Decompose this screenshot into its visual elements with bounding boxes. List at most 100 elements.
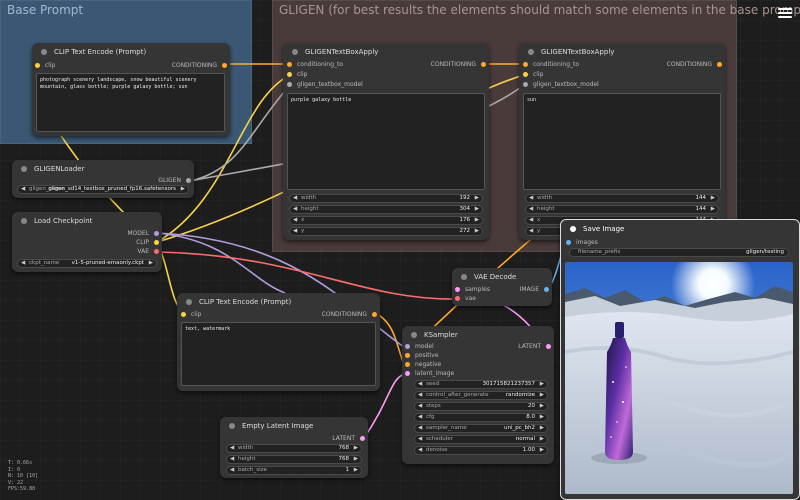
- vae-decode-input-samples[interactable]: samples: [455, 286, 490, 293]
- decrement-arrow-icon[interactable]: ◀: [418, 436, 422, 443]
- increment-arrow-icon[interactable]: ▶: [540, 447, 544, 454]
- ksampler-input-negative[interactable]: negative: [405, 361, 441, 368]
- gligen-box2-height-input[interactable]: ◀ height 144 ▶: [525, 205, 719, 214]
- node-collapse-dot[interactable]: [570, 226, 576, 232]
- gligen-box1-width-input[interactable]: ◀ width 192 ▶: [289, 194, 483, 203]
- increment-arrow-icon[interactable]: ▶: [540, 392, 544, 399]
- node-collapse-dot[interactable]: [461, 274, 467, 280]
- increment-arrow-icon[interactable]: ▶: [354, 445, 358, 452]
- increment-arrow-icon[interactable]: ▶: [475, 217, 479, 224]
- filename-prefix-input[interactable]: filename_prefix gligen/testing: [569, 248, 789, 257]
- gligen-box1-y-input[interactable]: ◀ y 272 ▶: [289, 227, 483, 236]
- increment-arrow-icon[interactable]: ▶: [540, 403, 544, 410]
- increment-arrow-icon[interactable]: ▶: [475, 195, 479, 202]
- clip-top-text-input[interactable]: photograph scenery landscape, snow beaut…: [36, 73, 225, 132]
- decrement-arrow-icon[interactable]: ◀: [21, 186, 25, 193]
- increment-arrow-icon[interactable]: ▶: [540, 381, 544, 388]
- gligen-textbox-apply-2-node[interactable]: GLIGENTextBoxApply conditioning_to clip …: [519, 43, 725, 240]
- increment-arrow-icon[interactable]: ▶: [540, 414, 544, 421]
- ksampler-cfg-input[interactable]: ◀ cfg 8.0 ▶: [414, 413, 548, 422]
- decrement-arrow-icon[interactable]: ◀: [529, 195, 533, 202]
- ksampler-sampler-name-select[interactable]: ◀ sampler_name uni_pc_bh2 ▶: [414, 424, 548, 433]
- checkpoint-output-clip[interactable]: CLIP: [136, 239, 159, 246]
- increment-arrow-icon[interactable]: ▶: [354, 456, 358, 463]
- gligen-box2-input-conditioning[interactable]: conditioning_to: [523, 61, 579, 68]
- decrement-arrow-icon[interactable]: ◀: [529, 228, 533, 235]
- gligen-box1-text-input[interactable]: purple galaxy bottle: [287, 93, 485, 190]
- decrement-arrow-icon[interactable]: ◀: [230, 467, 234, 474]
- gligen-box1-input-clip[interactable]: clip: [287, 71, 307, 78]
- vae-decode-input-vae[interactable]: vae: [455, 295, 476, 302]
- ksampler-denoise-input[interactable]: ◀ denoise 1.00 ▶: [414, 446, 548, 455]
- clip-bottom-input-clip[interactable]: clip: [181, 311, 201, 318]
- gligen-name-select[interactable]: ◀ gligen_name gligen_sd14_textbox_pruned…: [17, 185, 189, 194]
- vae-decode-output-image[interactable]: IMAGE: [520, 286, 550, 293]
- gligen-loader-output[interactable]: GLIGEN: [158, 177, 191, 184]
- increment-arrow-icon[interactable]: ▶: [540, 436, 544, 443]
- increment-arrow-icon[interactable]: ▶: [711, 206, 715, 213]
- ksampler-seed-input[interactable]: ◀ seed 301715821237357 ▶: [414, 380, 548, 389]
- decrement-arrow-icon[interactable]: ◀: [293, 206, 297, 213]
- ckpt-name-select[interactable]: ◀ ckpt_name v1-5-pruned-emaonly.ckpt ▶: [17, 259, 157, 268]
- decrement-arrow-icon[interactable]: ◀: [293, 228, 297, 235]
- gligen-box1-input-model[interactable]: gligen_textbox_model: [287, 81, 363, 88]
- node-collapse-dot[interactable]: [21, 218, 27, 224]
- gligen-box1-input-conditioning[interactable]: conditioning_to: [287, 61, 343, 68]
- clip-text-encode-positive-node[interactable]: CLIP Text Encode (Prompt) clip CONDITION…: [32, 43, 230, 136]
- checkpoint-output-vae[interactable]: VAE: [137, 248, 159, 255]
- checkpoint-output-model[interactable]: MODEL: [127, 230, 159, 237]
- gligen-box1-output[interactable]: CONDITIONING: [431, 61, 487, 68]
- gligen-textbox-apply-1-node[interactable]: GLIGENTextBoxApply conditioning_to clip …: [283, 43, 489, 240]
- output-image-preview[interactable]: [565, 262, 793, 494]
- decrement-arrow-icon[interactable]: ◀: [230, 456, 234, 463]
- node-collapse-dot[interactable]: [186, 299, 192, 305]
- decrement-arrow-icon[interactable]: ◀: [529, 206, 533, 213]
- ksampler-control-after-generate-select[interactable]: ◀ control_after_generate randomize ▶: [414, 391, 548, 400]
- decrement-arrow-icon[interactable]: ◀: [418, 447, 422, 454]
- ksampler-output-latent[interactable]: LATENT: [518, 343, 551, 350]
- ksampler-node[interactable]: KSampler model positive negative latent_…: [402, 326, 554, 464]
- clip-top-output-conditioning[interactable]: CONDITIONING: [172, 62, 228, 69]
- decrement-arrow-icon[interactable]: ◀: [293, 217, 297, 224]
- load-checkpoint-node[interactable]: Load Checkpoint MODEL CLIP VAE ◀ ckpt_na…: [12, 212, 162, 272]
- increment-arrow-icon[interactable]: ▶: [475, 228, 479, 235]
- decrement-arrow-icon[interactable]: ◀: [529, 217, 533, 224]
- clip-bottom-text-input[interactable]: text, watermark: [181, 322, 376, 386]
- gligen-box1-height-input[interactable]: ◀ height 304 ▶: [289, 205, 483, 214]
- gligen-box2-input-clip[interactable]: clip: [523, 71, 543, 78]
- hamburger-menu-icon[interactable]: [778, 6, 792, 20]
- node-collapse-dot[interactable]: [411, 332, 417, 338]
- increment-arrow-icon[interactable]: ▶: [711, 195, 715, 202]
- increment-arrow-icon[interactable]: ▶: [540, 425, 544, 432]
- ksampler-steps-input[interactable]: ◀ steps 20 ▶: [414, 402, 548, 411]
- node-collapse-dot[interactable]: [21, 166, 27, 172]
- latent-batch-size-input[interactable]: ◀ batch_size 1 ▶: [226, 466, 362, 475]
- decrement-arrow-icon[interactable]: ◀: [418, 425, 422, 432]
- increment-arrow-icon[interactable]: ▶: [181, 186, 185, 193]
- increment-arrow-icon[interactable]: ▶: [475, 206, 479, 213]
- latent-width-input[interactable]: ◀ width 768 ▶: [226, 444, 362, 453]
- node-collapse-dot[interactable]: [229, 423, 235, 429]
- latent-height-input[interactable]: ◀ height 768 ▶: [226, 455, 362, 464]
- ksampler-input-positive[interactable]: positive: [405, 352, 439, 359]
- clip-text-encode-negative-node[interactable]: CLIP Text Encode (Prompt) clip CONDITION…: [177, 293, 380, 391]
- decrement-arrow-icon[interactable]: ◀: [293, 195, 297, 202]
- gligen-box2-output[interactable]: CONDITIONING: [667, 61, 723, 68]
- save-image-input-images[interactable]: images: [566, 239, 598, 246]
- clip-bottom-output-conditioning[interactable]: CONDITIONING: [322, 311, 378, 318]
- decrement-arrow-icon[interactable]: ◀: [21, 260, 25, 267]
- node-collapse-dot[interactable]: [528, 49, 534, 55]
- decrement-arrow-icon[interactable]: ◀: [418, 381, 422, 388]
- increment-arrow-icon[interactable]: ▶: [354, 467, 358, 474]
- gligen-box2-input-model[interactable]: gligen_textbox_model: [523, 81, 599, 88]
- decrement-arrow-icon[interactable]: ◀: [418, 392, 422, 399]
- save-image-node[interactable]: Save Image images filename_prefix gligen…: [560, 219, 800, 500]
- node-collapse-dot[interactable]: [292, 49, 298, 55]
- clip-top-input-clip[interactable]: clip: [35, 62, 55, 69]
- gligen-box2-text-input[interactable]: sun: [523, 93, 721, 190]
- decrement-arrow-icon[interactable]: ◀: [418, 403, 422, 410]
- increment-arrow-icon[interactable]: ▶: [149, 260, 153, 267]
- vae-decode-node[interactable]: VAE Decode samples vae IMAGE: [452, 268, 552, 306]
- gligen-loader-node[interactable]: GLIGENLoader GLIGEN ◀ gligen_name gligen…: [12, 160, 194, 198]
- decrement-arrow-icon[interactable]: ◀: [230, 445, 234, 452]
